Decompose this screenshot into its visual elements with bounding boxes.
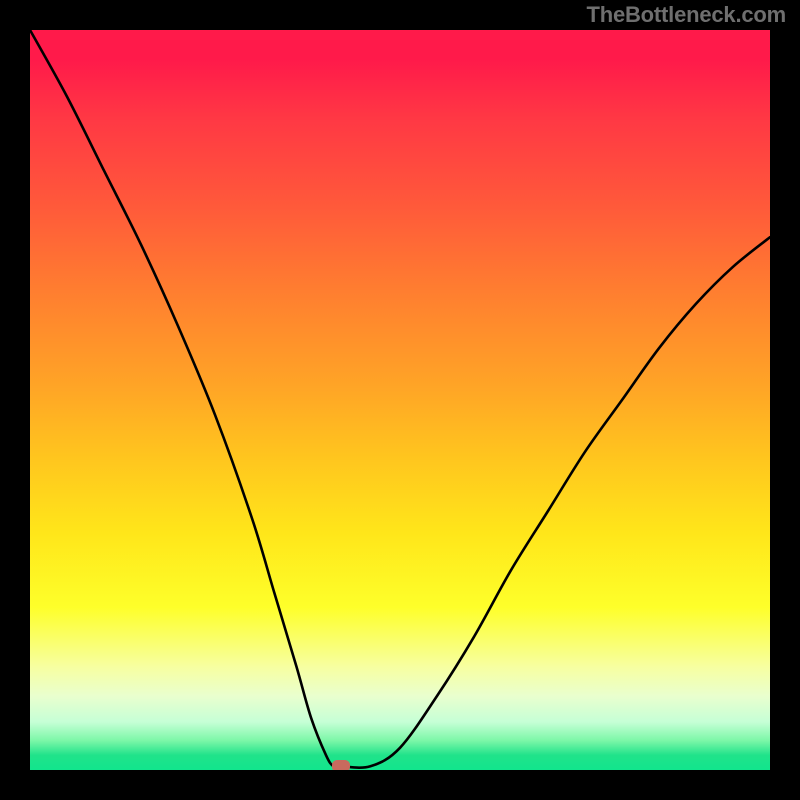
curve-svg [30,30,770,770]
bottleneck-curve-path [30,30,770,768]
plot-area [30,30,770,770]
watermark-label: TheBottleneck.com [586,2,786,28]
minimum-marker [332,760,350,770]
chart-frame: TheBottleneck.com [0,0,800,800]
